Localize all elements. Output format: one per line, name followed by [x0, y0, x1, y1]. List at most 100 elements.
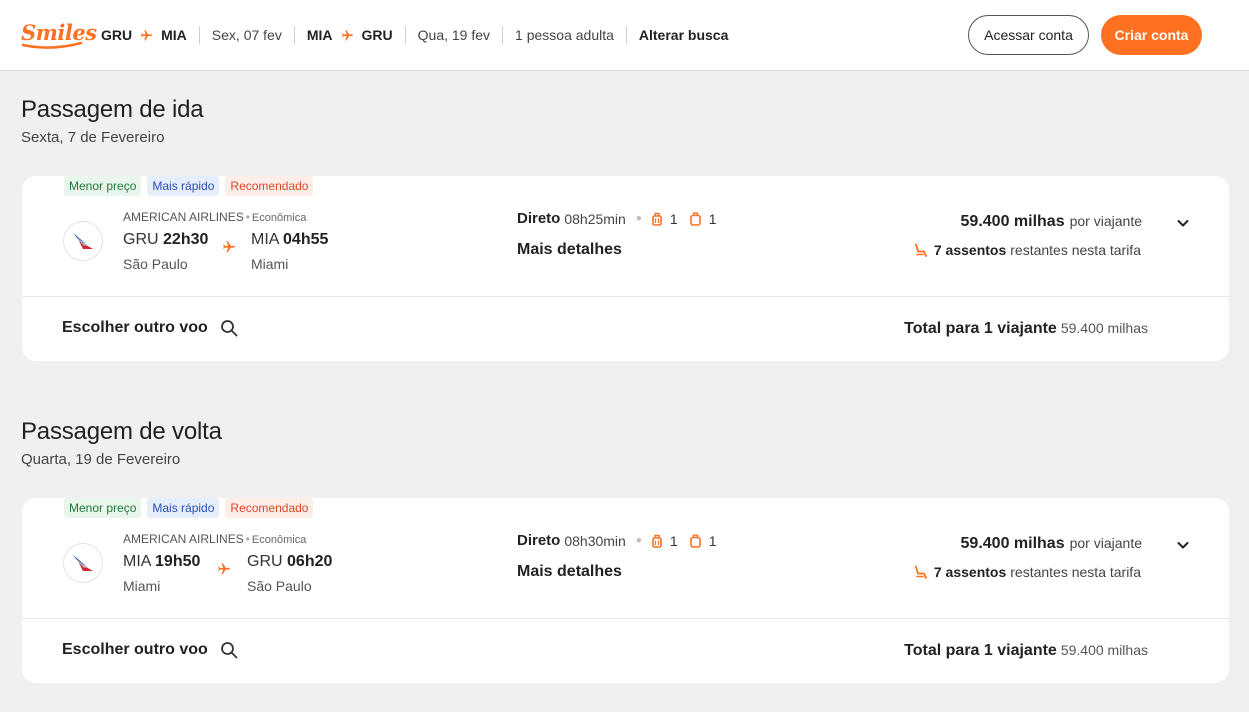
total-label: Total para 1 viajante [904, 320, 1057, 337]
search-icon [220, 320, 238, 337]
departure-city: Miami [123, 578, 161, 594]
tag-recommended: Recomendado [225, 176, 314, 196]
carry-on-count: 1 [669, 532, 678, 549]
stops-label: Direto [517, 210, 561, 227]
tag-lowest-price: Menor preço [64, 498, 142, 518]
create-account-button[interactable]: Criar conta [1101, 15, 1202, 55]
divider [22, 618, 1229, 619]
checked-bag-icon [689, 212, 701, 226]
arrival-time: 06h20 [287, 553, 333, 570]
outbound-section-title: Passagem de ida [21, 96, 204, 123]
departure-time: 19h50 [155, 553, 201, 570]
total-label: Total para 1 viajante [904, 642, 1057, 659]
separator [502, 26, 504, 44]
tag-fastest: Mais rápido [147, 498, 220, 518]
carry-on-count: 1 [669, 210, 678, 227]
miles-amount: 59.400 milhas [960, 535, 1065, 552]
plane-icon [140, 29, 153, 42]
chevron-down-icon[interactable] [1176, 538, 1190, 557]
arrival-city: São Paulo [247, 578, 312, 594]
return-destination: GRU [361, 27, 393, 43]
miles-amount: 59.400 milhas [960, 213, 1065, 230]
cabin-class: Econômica [251, 534, 307, 546]
departure-city: São Paulo [123, 256, 188, 272]
airline-info: AMERICAN AIRLINES • Econômica [123, 210, 307, 224]
checked-bag-icon [689, 534, 701, 548]
airline-name: AMERICAN AIRLINES [123, 532, 244, 546]
flight-stops-info: Direto 08h25min ● 1 1 [517, 210, 717, 227]
search-summary: GRU MIA Sex, 07 fev MIA GRU Qua, 19 fev … [101, 24, 728, 46]
carry-on-bag: 1 [652, 211, 678, 227]
seats-text: restantes nesta tarifa [1010, 242, 1141, 258]
separator [404, 26, 406, 44]
total-price: Total para 1 viajante 59.400 milhas [904, 642, 1148, 660]
inbound-flight-card: Menor preço Mais rápido Recomendado AMER… [22, 498, 1229, 683]
departure: GRU 22h30 [123, 231, 208, 249]
miles-price: 59.400 milhas por viajante [961, 213, 1142, 231]
outbound-date: Sex, 07 fev [211, 27, 282, 43]
choose-other-flight-button[interactable]: Escolher outro voo [62, 319, 238, 337]
choose-other-flight-label: Escolher outro voo [62, 641, 208, 658]
seat-icon [914, 565, 927, 579]
tag-recommended: Recomendado [225, 498, 314, 518]
seats-remaining: 7 assentos restantes nesta tarifa [914, 242, 1141, 258]
top-header: Smiles GRU MIA Sex, 07 fev MIA GRU Qua, … [0, 0, 1249, 71]
tag-fastest: Mais rápido [147, 176, 220, 196]
chevron-down-icon[interactable] [1176, 216, 1190, 235]
outbound-flight-card: Menor preço Mais rápido Recomendado AMER… [22, 176, 1229, 361]
flight-duration: 08h30min [564, 532, 626, 549]
seats-remaining: 7 assentos restantes nesta tarifa [914, 564, 1141, 580]
total-miles: 59.400 milhas [1060, 642, 1148, 658]
separator [198, 26, 200, 44]
arrival-time: 04h55 [283, 231, 329, 248]
flight-tags: Menor preço Mais rápido Recomendado [64, 498, 314, 518]
departure-code: MIA [123, 553, 151, 570]
flight-tags: Menor preço Mais rápido Recomendado [64, 176, 314, 196]
smiles-logo[interactable]: Smiles [21, 20, 97, 50]
logo-swoosh-icon [21, 42, 83, 49]
total-miles: 59.400 milhas [1060, 320, 1148, 336]
per-traveler: por viajante [1069, 535, 1142, 551]
arrival-code: GRU [247, 553, 283, 570]
divider [22, 296, 1229, 297]
seat-icon [914, 243, 927, 257]
miles-price: 59.400 milhas por viajante [961, 535, 1142, 553]
inbound-section-date: Quarta, 19 de Fevereiro [21, 451, 181, 468]
choose-other-flight-label: Escolher outro voo [62, 319, 208, 336]
arrival-city: Miami [251, 256, 289, 272]
carry-on-bag-icon [652, 534, 662, 548]
login-button[interactable]: Acessar conta [968, 15, 1089, 55]
airline-info: AMERICAN AIRLINES • Econômica [123, 532, 307, 546]
outbound-destination: MIA [161, 27, 187, 43]
checked-bag-count: 1 [708, 532, 717, 549]
carry-on-bag: 1 [652, 533, 678, 549]
outbound-section-date: Sexta, 7 de Fevereiro [21, 129, 165, 146]
plane-icon [222, 240, 236, 254]
tag-lowest-price: Menor preço [64, 176, 142, 196]
flight-duration: 08h25min [564, 210, 626, 227]
inbound-section-title: Passagem de volta [21, 418, 222, 445]
checked-bag-count: 1 [708, 210, 717, 227]
flight-stops-info: Direto 08h30min ● 1 1 [517, 532, 717, 549]
seats-count: 7 assentos [933, 242, 1007, 258]
change-search-link[interactable]: Alterar busca [639, 27, 728, 43]
arrival: MIA 04h55 [251, 231, 328, 249]
stops-label: Direto [517, 532, 561, 549]
checked-bag: 1 [689, 532, 717, 549]
american-airlines-logo [63, 543, 103, 583]
total-price: Total para 1 viajante 59.400 milhas [904, 320, 1148, 338]
departure-code: GRU [123, 231, 159, 248]
separator [293, 26, 295, 44]
arrival: GRU 06h20 [247, 553, 332, 571]
per-traveler: por viajante [1069, 213, 1142, 229]
carry-on-bag-icon [652, 212, 662, 226]
more-details-link[interactable]: Mais detalhes [517, 563, 622, 581]
arrival-code: MIA [251, 231, 279, 248]
separator [625, 26, 627, 44]
departure: MIA 19h50 [123, 553, 200, 571]
return-origin: MIA [306, 27, 333, 43]
choose-other-flight-button[interactable]: Escolher outro voo [62, 641, 238, 659]
passenger-count: 1 pessoa adulta [515, 27, 614, 43]
more-details-link[interactable]: Mais detalhes [517, 241, 622, 259]
outbound-origin: GRU [101, 27, 133, 43]
